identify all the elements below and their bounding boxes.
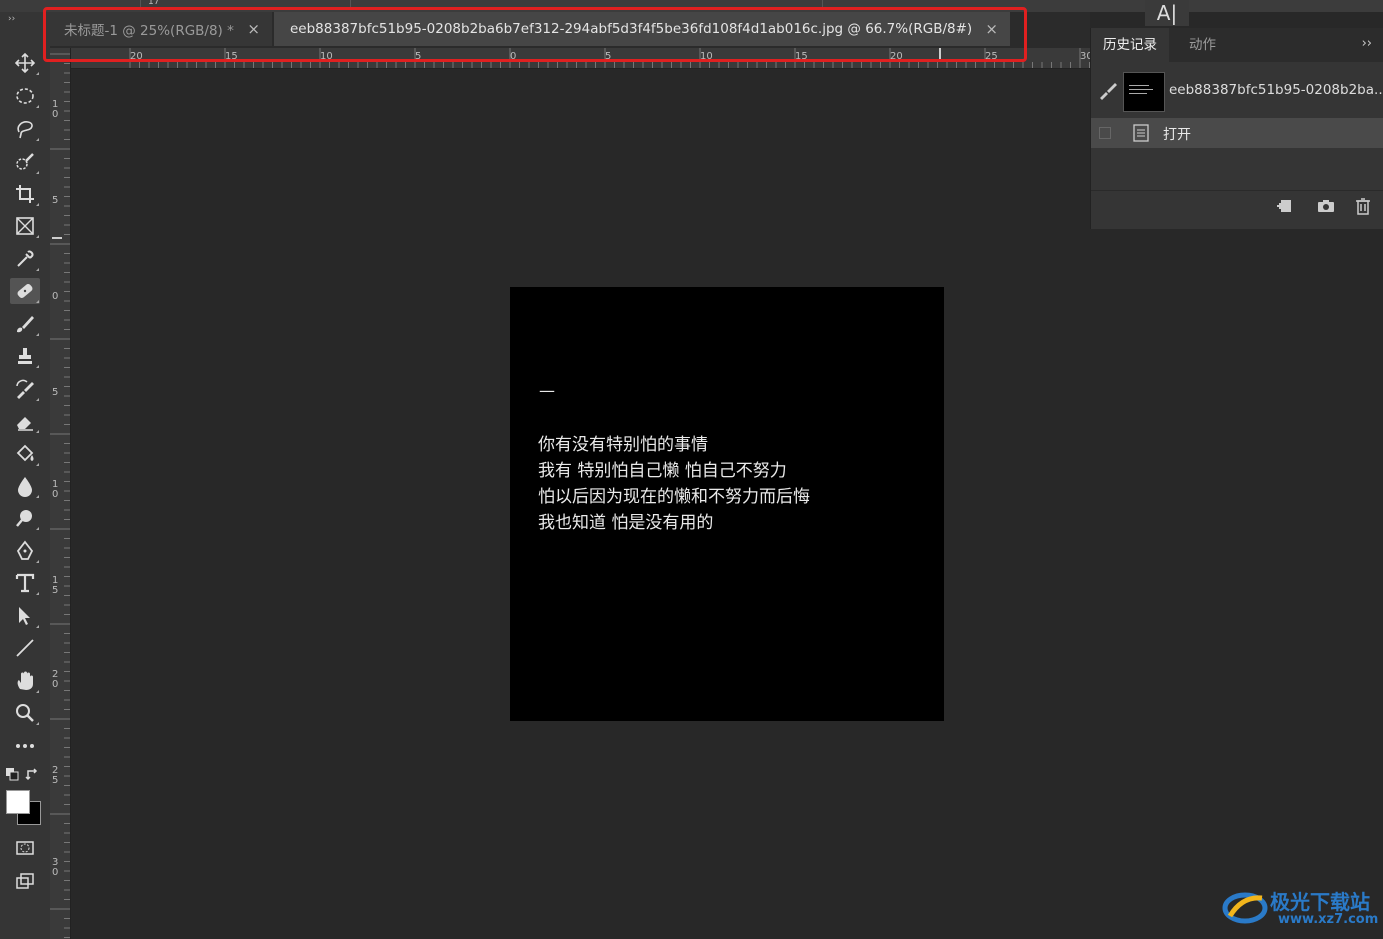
blur-icon[interactable]	[10, 473, 40, 499]
default-colors-icon[interactable]	[3, 765, 23, 785]
toolbox-collapse-icon[interactable]: ››	[8, 14, 15, 24]
highlight-box	[43, 7, 1027, 62]
eyedropper-icon[interactable]	[10, 246, 40, 272]
submenu-indicator	[36, 365, 39, 368]
submenu-indicator	[36, 333, 39, 336]
history-source-checkbox[interactable]	[1099, 127, 1111, 139]
move-icon[interactable]	[10, 50, 40, 76]
canvas-text: 你有没有特别怕的事情 我有 特别怕自己懒 怕自己不努力 怕以后因为现在的懒和不努…	[538, 432, 810, 536]
text-line: 怕以后因为现在的懒和不努力而后悔	[538, 487, 810, 507]
foreground-color-swatch[interactable]	[6, 790, 30, 814]
text-line: 我有 特别怕自己懒 怕自己不努力	[538, 461, 787, 481]
lasso-icon[interactable]	[10, 116, 40, 142]
hand-icon[interactable]	[10, 668, 40, 694]
crop-icon[interactable]	[10, 181, 40, 207]
submenu-indicator	[36, 527, 39, 530]
ruler-label: 1 5	[52, 575, 59, 596]
submenu-indicator	[36, 72, 39, 75]
ruler-label: 1 0	[52, 99, 59, 120]
brush-icon[interactable]	[10, 311, 40, 337]
ruler-label: 3 0	[52, 857, 59, 878]
ruler-label: 5	[52, 195, 59, 206]
submenu-indicator	[36, 268, 39, 271]
submenu-indicator	[36, 138, 39, 141]
dodge-icon[interactable]	[10, 505, 40, 531]
tab-actions[interactable]: 动作	[1177, 28, 1228, 62]
watermark-url: www.xz7.com	[1278, 912, 1379, 927]
ruler-label: 0	[52, 291, 59, 302]
watermark-name: 极光下载站	[1270, 890, 1370, 914]
ruler-label: 1 0	[52, 479, 59, 500]
submenu-indicator	[36, 235, 39, 238]
new-document-from-state-icon[interactable]	[1275, 197, 1295, 215]
text-tool-button[interactable]: A|	[1145, 0, 1189, 26]
pen-icon[interactable]	[10, 538, 40, 564]
document-canvas[interactable]: — 你有没有特别怕的事情 我有 特别怕自己懒 怕自己不努力 怕以后因为现在的懒和…	[510, 287, 944, 721]
zoom-icon[interactable]	[10, 700, 40, 726]
frame-icon[interactable]	[10, 213, 40, 239]
submenu-indicator	[36, 398, 39, 401]
ruler-label: 30	[1080, 51, 1090, 62]
camera-icon[interactable]	[1316, 197, 1336, 215]
submenu-indicator	[36, 203, 39, 206]
watermark-swirl-icon	[1222, 892, 1268, 924]
submenu-indicator	[36, 722, 39, 725]
history-state-label: 打开	[1163, 127, 1191, 143]
submenu-indicator	[36, 300, 39, 303]
panel-tabs: 历史记录 动作 ››	[1091, 28, 1383, 62]
clone-stamp-icon[interactable]	[10, 343, 40, 369]
line-icon[interactable]	[10, 635, 40, 661]
submenu-indicator	[36, 171, 39, 174]
snapshot-name: eeb88387bfc51b95-0208b2ba...	[1169, 82, 1383, 98]
history-brush-source-icon[interactable]	[1097, 80, 1119, 102]
vertical-ruler: 1 0 5 0 5 1 0 1 5 2 0 2 5 3 0	[50, 48, 71, 939]
history-snapshot[interactable]: eeb88387bfc51b95-0208b2ba...	[1091, 66, 1383, 116]
screen-mode-icon[interactable]	[10, 868, 40, 894]
healing-brush-icon[interactable]	[10, 278, 40, 304]
text-line: 你有没有特别怕的事情	[538, 435, 708, 455]
text-line: 我也知道 怕是没有用的	[538, 513, 714, 533]
canvas-dash: —	[539, 381, 555, 400]
paint-bucket-icon[interactable]	[10, 441, 40, 467]
submenu-indicator	[36, 463, 39, 466]
submenu-indicator	[36, 495, 39, 498]
ruler-label: 5	[52, 387, 59, 398]
eraser-icon[interactable]	[10, 408, 40, 434]
path-selection-icon[interactable]	[10, 603, 40, 629]
trash-icon[interactable]	[1353, 197, 1373, 215]
document-icon	[1133, 124, 1149, 142]
quick-mask-icon[interactable]	[10, 835, 40, 861]
swap-colors-icon[interactable]	[24, 765, 44, 785]
history-state-open[interactable]: 打开	[1091, 118, 1383, 148]
quick-selection-icon[interactable]	[10, 149, 40, 175]
elliptical-marquee-icon[interactable]	[10, 83, 40, 109]
submenu-indicator	[36, 560, 39, 563]
snapshot-thumbnail	[1123, 72, 1165, 112]
panel-footer	[1091, 190, 1383, 221]
history-panel: 历史记录 动作 ›› eeb88387bfc51b95-0208b2ba... …	[1090, 28, 1383, 229]
ruler-label: 2 5	[52, 765, 59, 786]
options-number: 17	[148, 0, 160, 7]
panel-menu-icon[interactable]: ››	[1362, 36, 1372, 51]
history-brush-icon[interactable]	[10, 376, 40, 402]
submenu-indicator	[36, 690, 39, 693]
submenu-indicator	[36, 592, 39, 595]
submenu-indicator	[36, 430, 39, 433]
more-icon[interactable]	[10, 733, 40, 759]
tab-history[interactable]: 历史记录	[1091, 28, 1169, 62]
watermark-logo: 极光下载站 www.xz7.com	[1222, 884, 1379, 932]
submenu-indicator	[36, 105, 39, 108]
type-icon[interactable]	[10, 570, 40, 596]
submenu-indicator	[36, 625, 39, 628]
ruler-label: 2 0	[52, 669, 59, 690]
